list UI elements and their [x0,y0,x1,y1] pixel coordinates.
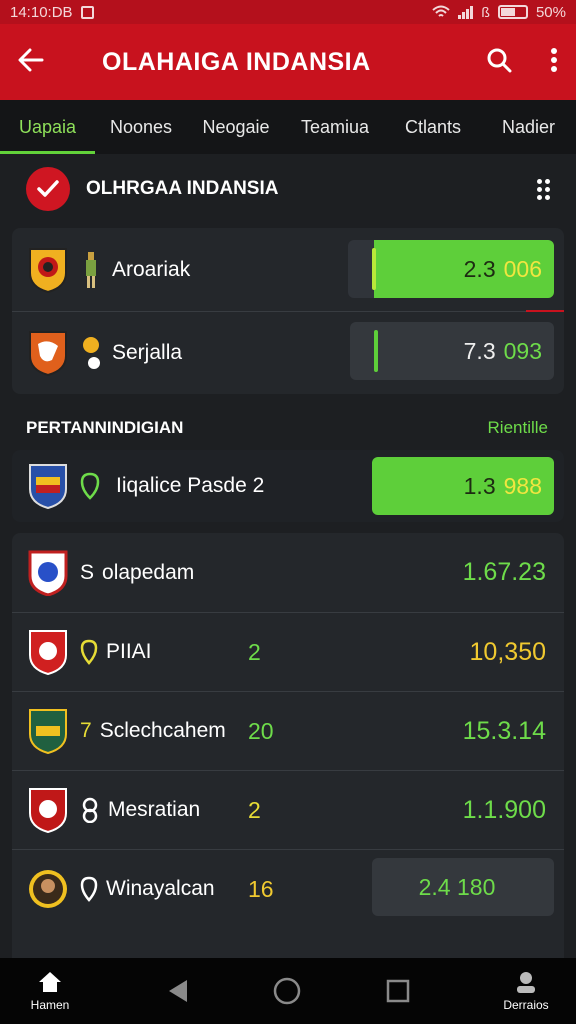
list-item[interactable]: 7 Sclechcahem 20 15.3.14 [12,691,564,770]
signal-icon [458,5,474,19]
team-crest-icon [28,550,68,596]
tab-label: Nadier [501,116,556,137]
tab-label: Ctlants [404,116,462,137]
nav-profile[interactable]: Derraios [494,970,558,1012]
odds-value[interactable]: 10,350 [470,638,546,667]
team-crest-icon [29,331,67,376]
nav-profile-label: Derraios [503,998,549,1012]
odds-button[interactable]: 1.3 988 [372,457,554,515]
list-item[interactable]: Winayalcan 16 2.4 180 [12,849,564,928]
nav-home[interactable]: Hamen [18,970,82,1012]
match-count: 16 [248,875,274,902]
odds-value: 2.3 [463,255,496,282]
page-title: OLAHAIGA INDANSIA [102,47,371,76]
back-arrow-icon[interactable] [18,43,74,82]
divider-accent [526,310,564,312]
highlight-card[interactable]: Iiqalice Pasde 2 1.3 988 [12,450,564,522]
home-circle-icon[interactable] [273,977,301,1005]
row-prefix: S [80,560,95,584]
profile-icon [517,972,535,993]
odds-value: 2.4 180 [418,873,496,900]
tab-label: Neogaie [202,116,270,137]
odds-value[interactable]: 1.67.23 [463,558,546,587]
nav-home-label: Hamen [30,998,70,1012]
status-bar: 14:10:DB ß 50% [0,0,576,24]
match-count: 20 [248,717,274,744]
featured-card: Aroariak 2.3 006 Serjalla 7.3 093 [12,228,564,394]
location-pin-icon [80,876,98,902]
odds-value: 1.3 [463,472,496,499]
check-icon [26,167,70,211]
tab-noones[interactable]: Noones [95,100,187,154]
player-avatar [29,870,67,908]
team-name: Serjalla [112,341,183,364]
team-name: Aroariak [112,257,191,281]
tab-label: Teamiua [300,116,370,137]
bottom-nav: Hamen Derraios [0,958,576,1024]
odds-secondary: 006 [503,255,542,282]
tab-neogaie[interactable]: Neogaie [187,100,285,154]
category-tabs: Uapaia Noones Neogaie Teamiua Ctlants Na… [0,100,576,154]
grid-menu-icon[interactable] [537,178,550,200]
team-name: olapedam [102,560,195,584]
tab-label: Noones [109,116,173,137]
odds-value[interactable]: 15.3.14 [463,717,546,746]
odds-button[interactable]: 7.3 093 [350,322,554,380]
battery-level: 50% [535,3,566,21]
match-list: S olapedam 1.67.23 PIIAI 2 10,350 7 Scle… [12,533,564,973]
odds-indicator [372,248,376,290]
list-item[interactable]: Mesratian 2 1.1.900 [12,770,564,849]
recents-square-icon[interactable] [386,979,410,1003]
section-header: PERTANNINDIGIAN Rientille [26,418,548,438]
featured-row[interactable]: Aroariak 2.3 006 [12,228,564,311]
row-prefix: 7 [80,719,92,742]
match-name: Iiqalice Pasde 2 [116,474,265,497]
league-name: OLHRGAA INDANSIA [86,178,279,199]
location-pin-icon [80,472,100,500]
wifi-icon [432,5,451,17]
list-item[interactable]: S olapedam 1.67.23 [12,533,564,612]
team-crest-icon [29,709,67,754]
odds-secondary: 093 [503,337,542,364]
list-item[interactable]: PIIAI 2 10,350 [12,612,564,691]
back-triangle-icon[interactable] [167,978,189,1004]
team-crest-icon [29,464,67,509]
team-name: PIIAI [106,640,152,663]
odds-button[interactable]: 2.3 006 [348,240,554,298]
home-icon [39,972,61,992]
player-figure-icon [86,251,96,288]
team-name: Winayalcan [106,877,215,900]
bluetooth-icon: ß [481,4,490,20]
tab-nadier[interactable]: Nadier [481,100,576,154]
tab-label: Uapaia [18,116,77,137]
odds-button[interactable]: 2.4 180 [372,858,554,916]
odds-secondary: 988 [503,472,542,499]
section-link[interactable]: Rientille [488,418,548,438]
whistle-icon [82,797,98,823]
tab-uapaia[interactable]: Uapaia [0,100,95,154]
odds-value[interactable]: 1.1.900 [463,796,546,825]
team-name: Mesratian [108,798,201,821]
featured-row[interactable]: Serjalla 7.3 093 [12,311,564,394]
notification-icon [80,5,94,19]
more-vert-icon[interactable] [550,47,558,78]
match-count: 2 [248,796,261,823]
match-count: 2 [248,638,261,665]
search-icon[interactable] [486,47,512,78]
team-crest-icon [29,788,67,833]
odds-value: 7.3 [463,337,496,364]
team-crest-icon [29,247,67,293]
battery-icon [497,5,528,19]
player-figure-icon [83,337,100,369]
team-name: Sclechcahem [99,719,226,742]
app-bar: OLAHAIGA INDANSIA [0,24,576,100]
status-time: 14:10:DB [10,3,73,21]
tab-teamiua[interactable]: Teamiua [285,100,385,154]
location-pin-icon [80,639,98,665]
section-title: PERTANNINDIGIAN [26,418,184,437]
league-header: OLHRGAA INDANSIA [0,154,576,224]
tab-ctlants[interactable]: Ctlants [385,100,481,154]
odds-indicator [374,330,378,372]
team-crest-icon [29,630,67,675]
